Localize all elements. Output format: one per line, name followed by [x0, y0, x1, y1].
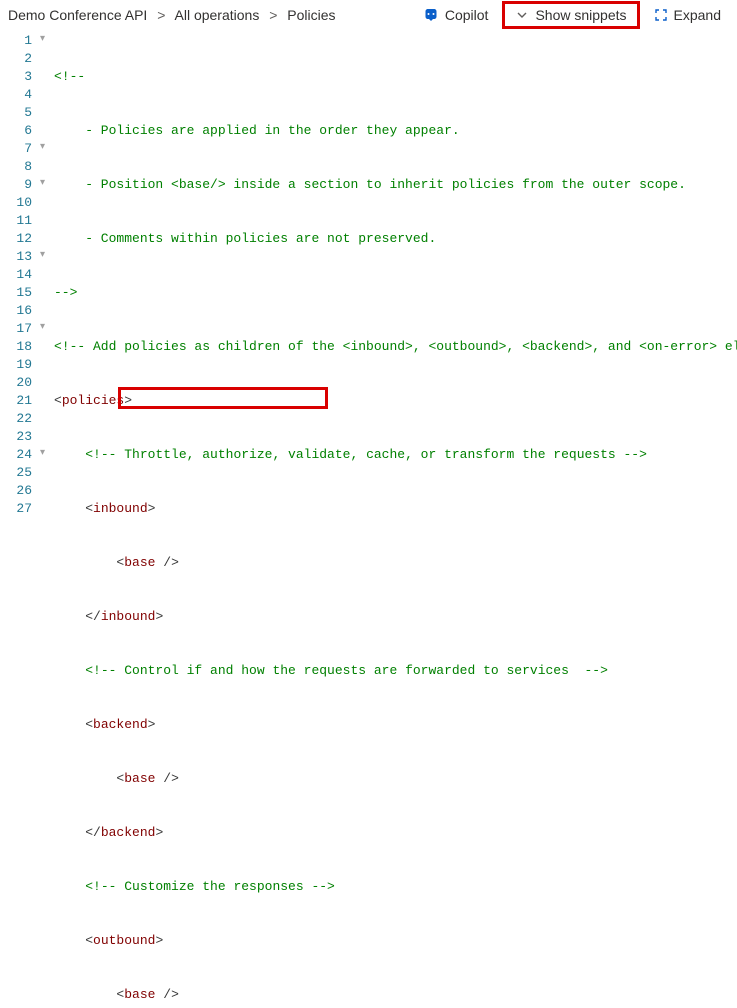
copilot-label: Copilot — [445, 7, 489, 23]
breadcrumb-item-api[interactable]: Demo Conference API — [8, 7, 147, 23]
code-line: <policies> — [54, 392, 737, 410]
code-line: <!-- — [54, 68, 737, 86]
code-line: <!-- Throttle, authorize, validate, cach… — [54, 446, 737, 464]
line-number: 13 — [0, 248, 32, 266]
line-number: 24 — [0, 446, 32, 464]
code-line: <outbound> — [54, 932, 737, 950]
fold-toggle-icon[interactable]: ▾ — [40, 35, 50, 45]
line-number: 20 — [0, 374, 32, 392]
expand-button[interactable]: Expand — [646, 4, 729, 26]
chevron-down-icon — [515, 8, 529, 22]
code-line: <!-- Add policies as children of the <in… — [54, 338, 737, 356]
line-number: 8 — [0, 158, 32, 176]
fold-toggle-icon[interactable]: ▾ — [40, 179, 50, 189]
line-number: 19 — [0, 356, 32, 374]
breadcrumb: Demo Conference API > All operations > P… — [8, 7, 415, 23]
line-number: 11 — [0, 212, 32, 230]
line-number: 16 — [0, 302, 32, 320]
line-number: 3 — [0, 68, 32, 86]
code-line: <base /> — [54, 554, 737, 572]
code-line: </inbound> — [54, 608, 737, 626]
fold-column: ▾ ▾ ▾ ▾ ▾ ▾ — [40, 32, 54, 1008]
expand-icon — [654, 8, 668, 22]
line-number: 26 — [0, 482, 32, 500]
highlight-annotation: Show snippets — [502, 1, 639, 29]
code-line: <inbound> — [54, 500, 737, 518]
breadcrumb-sep: > — [263, 7, 283, 23]
breadcrumb-sep: > — [151, 7, 171, 23]
code-line: --> — [54, 284, 737, 302]
code-line: <!-- Control if and how the requests are… — [54, 662, 737, 680]
fold-toggle-icon[interactable]: ▾ — [40, 251, 50, 261]
line-number: 7 — [0, 140, 32, 158]
line-number: 22 — [0, 410, 32, 428]
line-number: 18 — [0, 338, 32, 356]
line-number: 27 — [0, 500, 32, 518]
code-line: - Position <base/> inside a section to i… — [54, 176, 737, 194]
line-number: 15 — [0, 284, 32, 302]
code-editor[interactable]: 1234567891011121314151617181920212223242… — [0, 32, 737, 1008]
expand-label: Expand — [674, 7, 721, 23]
breadcrumb-item-policies: Policies — [287, 7, 335, 23]
breadcrumb-item-operations[interactable]: All operations — [175, 7, 260, 23]
line-number: 4 — [0, 86, 32, 104]
code-line: </backend> — [54, 824, 737, 842]
fold-toggle-icon[interactable]: ▾ — [40, 449, 50, 459]
line-gutter: 1234567891011121314151617181920212223242… — [0, 32, 40, 1008]
line-number: 21 — [0, 392, 32, 410]
toolbar: Copilot Show snippets Expand — [415, 1, 729, 29]
line-number: 6 — [0, 122, 32, 140]
header-bar: Demo Conference API > All operations > P… — [0, 0, 737, 32]
show-snippets-label: Show snippets — [535, 7, 626, 23]
line-number: 17 — [0, 320, 32, 338]
line-number: 10 — [0, 194, 32, 212]
code-line: <base /> — [54, 986, 737, 1004]
line-number: 14 — [0, 266, 32, 284]
line-number: 1 — [0, 32, 32, 50]
copilot-icon — [423, 7, 439, 23]
code-content[interactable]: <!-- - Policies are applied in the order… — [54, 32, 737, 1008]
fold-toggle-icon[interactable]: ▾ — [40, 143, 50, 153]
code-line: - Comments within policies are not prese… — [54, 230, 737, 248]
line-number: 25 — [0, 464, 32, 482]
line-number: 23 — [0, 428, 32, 446]
line-number: 12 — [0, 230, 32, 248]
code-line: - Policies are applied in the order they… — [54, 122, 737, 140]
line-number: 5 — [0, 104, 32, 122]
show-snippets-button[interactable]: Show snippets — [507, 4, 634, 26]
line-number: 2 — [0, 50, 32, 68]
fold-toggle-icon[interactable]: ▾ — [40, 323, 50, 333]
copilot-button[interactable]: Copilot — [415, 4, 497, 26]
line-number: 9 — [0, 176, 32, 194]
code-line: <backend> — [54, 716, 737, 734]
code-line: <base /> — [54, 770, 737, 788]
code-line: <!-- Customize the responses --> — [54, 878, 737, 896]
